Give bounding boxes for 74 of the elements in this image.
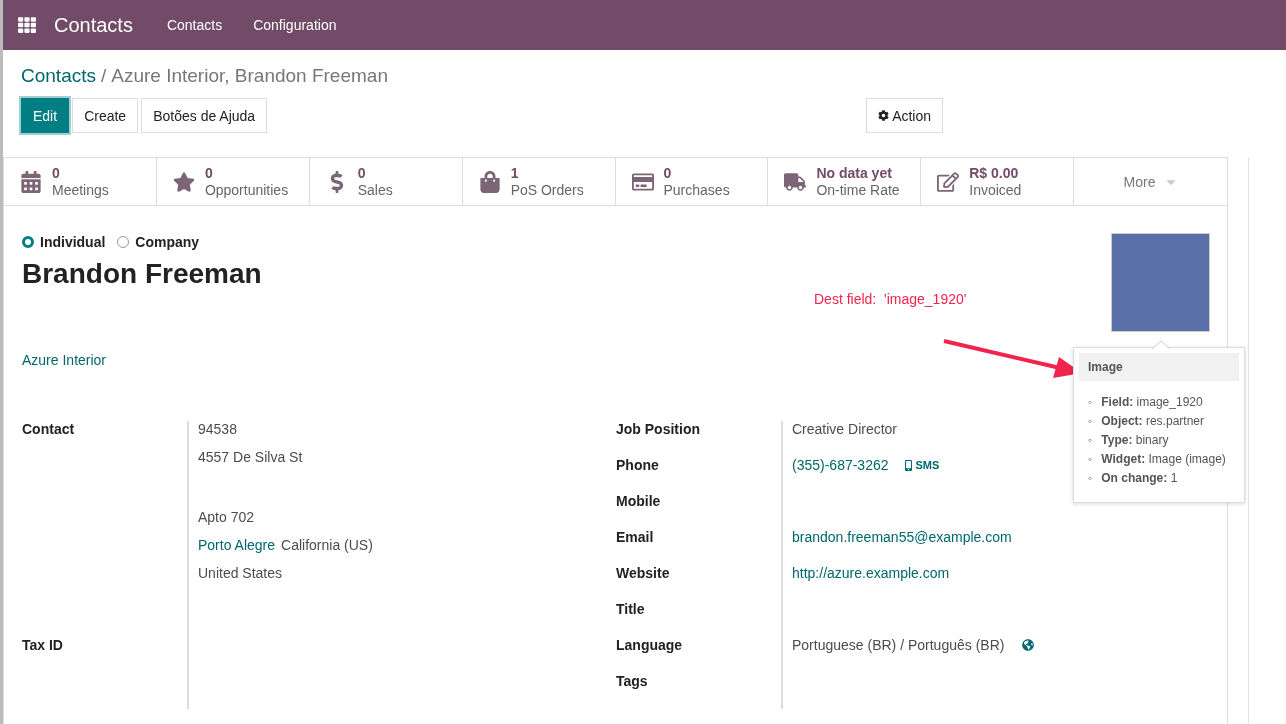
stat-label: PoS Orders	[510, 181, 584, 199]
star-icon	[172, 170, 195, 193]
stat-value: 0	[357, 164, 367, 182]
breadcrumb-link[interactable]: Contacts	[21, 65, 96, 87]
field-label: Contact	[22, 421, 76, 439]
field-label: Title	[616, 601, 646, 619]
bullet-marker: ◦	[1088, 394, 1093, 411]
truck-icon	[784, 170, 807, 193]
action-button[interactable]: Action	[866, 98, 944, 133]
stat-label: On-time Rate	[816, 181, 900, 199]
stat-label: Invoiced	[969, 181, 1022, 199]
stat-label: Purchases	[663, 181, 730, 199]
company-link[interactable]: Azure Interior	[22, 352, 107, 368]
stat-label: Meetings	[52, 181, 109, 199]
breadcrumb-current: Azure Interior, Brandon Freeman	[111, 65, 388, 87]
settings-icon	[878, 109, 890, 121]
field-link[interactable]: brandon.freeman55@example.com	[792, 529, 1012, 545]
stat-value: 0	[52, 164, 61, 182]
contact-name: Brandon Freeman	[22, 258, 263, 290]
field-label: Phone	[616, 457, 660, 475]
radio-button[interactable]	[22, 236, 34, 248]
sms-link[interactable]: SMS	[902, 459, 940, 471]
toolbar-button[interactable]: Botões de Ajuda	[141, 98, 268, 133]
field-label: Job Position	[616, 421, 701, 439]
tooltip-item: Object: res.partner	[1101, 413, 1204, 430]
radio-label: Individual	[40, 234, 106, 250]
globe-icon[interactable]	[1022, 639, 1035, 651]
field-label: Language	[616, 637, 684, 655]
address-line: 4557 De Silva St	[198, 449, 303, 467]
edit-button[interactable]: Edit	[21, 98, 70, 133]
tooltip-item: Widget: Image (image)	[1101, 451, 1226, 468]
toolbar-button[interactable]: Create	[72, 98, 139, 133]
shopping-bag-icon	[478, 170, 501, 193]
radio-button[interactable]	[117, 236, 130, 248]
tooltip-item: Field: image_1920	[1101, 394, 1203, 411]
tooltip-item: Type: binary	[1101, 432, 1169, 449]
stat-value: 0	[663, 164, 673, 182]
apps-menu-icon[interactable]	[18, 16, 36, 34]
credit-card-icon	[631, 170, 654, 193]
field-label: Tax ID	[22, 637, 64, 655]
tooltip-item: On change: 1	[1101, 470, 1178, 487]
address-line: United States	[198, 565, 283, 583]
stat-value: 0	[204, 164, 214, 182]
stat-label: Opportunities	[204, 181, 289, 199]
bullet-marker: ◦	[1088, 470, 1093, 487]
stat-value: 1	[510, 164, 520, 182]
bullet-marker: ◦	[1088, 432, 1093, 449]
breadcrumb-separator: /	[101, 65, 107, 87]
stat-label: Sales	[357, 181, 393, 199]
field-label: Mobile	[616, 493, 662, 511]
annotation-text: Dest field: 'image_1920'	[814, 291, 967, 307]
field-value: Creative Director	[792, 421, 898, 437]
field-label: Email	[616, 529, 655, 547]
address-line: 94538	[198, 421, 237, 439]
app-title: Contacts	[54, 13, 133, 37]
radio-label: Company	[135, 234, 200, 250]
field-label: Tags	[616, 673, 649, 691]
phone-link[interactable]: (355)-687-3262	[792, 457, 889, 473]
tooltip-title: Image	[1079, 353, 1239, 381]
bullet-marker: ◦	[1088, 413, 1093, 430]
calendar-icon	[20, 170, 42, 193]
mobile-phone-icon	[902, 459, 914, 471]
field-value: Portuguese (BR) / Português (BR)	[792, 637, 1005, 653]
menu-item[interactable]: Configuration	[253, 17, 337, 33]
field-link[interactable]: http://azure.example.com	[792, 565, 950, 581]
menu-item[interactable]: Contacts	[166, 17, 223, 33]
city-link[interactable]: Porto Alegre	[198, 537, 276, 565]
stat-value: No data yet	[816, 164, 893, 182]
stat-value: R$ 0.00	[969, 164, 1020, 182]
address-line: Apto 702	[198, 508, 255, 527]
bullet-marker: ◦	[1088, 451, 1093, 468]
address-line: California (US)	[281, 537, 373, 555]
field-label: Website	[616, 565, 671, 583]
photo-placeholder[interactable]	[1111, 233, 1210, 332]
